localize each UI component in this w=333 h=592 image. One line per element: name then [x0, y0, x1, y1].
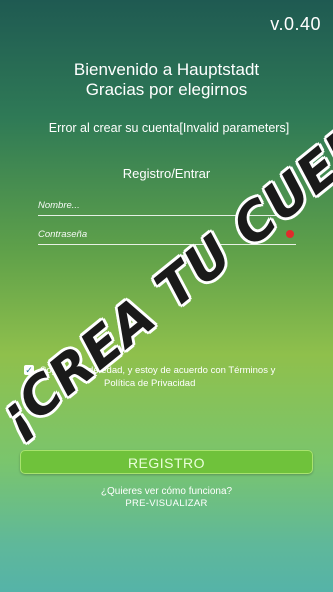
- register-button[interactable]: REGISTRO: [20, 450, 313, 474]
- create-account-watermark: ¡CREA TU CUENTA!: [0, 46, 333, 448]
- privacy-link[interactable]: Política de Privacidad: [104, 378, 195, 389]
- terms-link[interactable]: Términos y: [228, 365, 275, 376]
- app-version: v.0.40: [270, 14, 321, 34]
- welcome-line-1: Bienvenido a Hauptstadt: [73, 60, 260, 79]
- how-it-works-text: ¿Quieres ver cómo funciona?: [100, 486, 233, 497]
- welcome-message: Bienvenido a Hauptstadt Gracias por eleg…: [0, 60, 333, 100]
- welcome-line-2: Gracias por elegirnos: [85, 80, 248, 99]
- preview-link[interactable]: PRE-VISUALIZAR: [0, 498, 333, 509]
- error-message: Error al crear su cuenta[Invalid paramet…: [48, 121, 290, 135]
